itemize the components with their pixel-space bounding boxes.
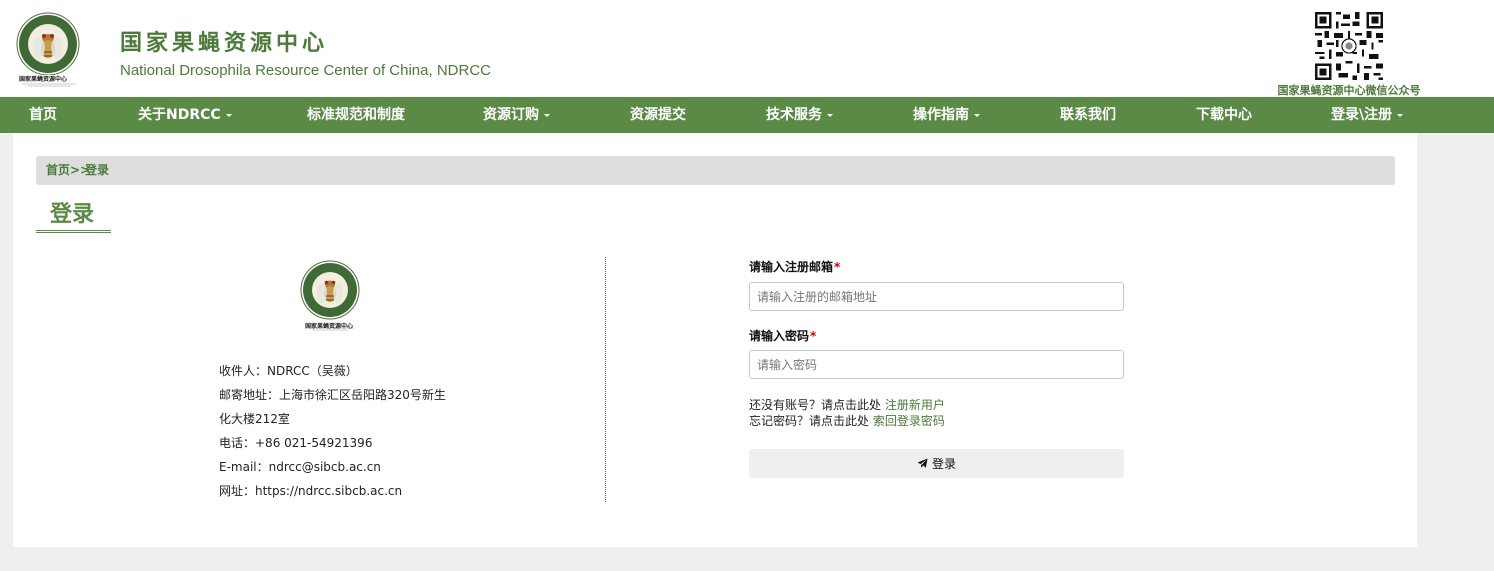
site-title-chinese: 国家果蝇资源中心 — [120, 31, 329, 56]
login-button[interactable]: 登录 — [749, 449, 1124, 478]
site-header: 国家果蝇资源中心 国家果蝇资源中心 National Drosophila Re… — [0, 0, 1494, 97]
nav-label: 关于NDRCC — [138, 107, 221, 123]
breadcrumb: 首页 >> 登录 — [36, 156, 1395, 185]
page-title: 登录 — [50, 202, 95, 227]
nav-label: 资源提交 — [630, 107, 686, 123]
wechat-qr-code-icon — [1315, 12, 1383, 80]
breadcrumb-home-link[interactable]: 首页 — [46, 156, 70, 185]
nav-item-standards[interactable]: 标准规范和制度 — [307, 97, 405, 133]
password-label-text: 请输入密码 — [749, 329, 810, 343]
nav-label: 下载中心 — [1196, 107, 1252, 123]
nav-label: 操作指南 — [913, 107, 969, 123]
nav-item-home[interactable]: 首页 — [29, 97, 57, 133]
nav-label: 联系我们 — [1060, 107, 1116, 123]
nav-item-contact[interactable]: 联系我们 — [1060, 97, 1116, 133]
nav-item-guide[interactable]: 操作指南 — [913, 97, 980, 133]
contact-recipient: 收件人：NDRCC（吴薇） — [219, 364, 358, 378]
register-hint-text: 还没有账号？请点击此处 — [749, 398, 882, 412]
qr-caption: 国家果蝇资源中心微信公众号 — [1277, 84, 1421, 97]
paper-plane-icon — [917, 458, 928, 468]
nav-label: 资源订购 — [483, 107, 539, 123]
register-hint: 还没有账号？请点击此处 注册新用户 — [749, 396, 945, 413]
email-label-text: 请输入注册邮箱 — [749, 260, 834, 274]
required-mark: * — [810, 329, 817, 343]
contact-address-line1: 邮寄地址：上海市徐汇区岳阳路320号新生 — [219, 388, 446, 402]
nav-item-services[interactable]: 技术服务 — [766, 97, 833, 133]
main-navigation: 首页 关于NDRCC 标准规范和制度 资源订购 资源提交 技术服务 操作指南 联… — [0, 97, 1494, 133]
main-content: 首页 >> 登录 登录 国家果蝇资源中心 收件人：NDRCC（吴薇） 邮寄地址：… — [13, 133, 1417, 547]
nav-item-order[interactable]: 资源订购 — [483, 97, 550, 133]
register-link[interactable]: 注册新用户 — [885, 398, 945, 412]
contact-phone: 电话：+86 021-54921396 — [219, 436, 373, 450]
breadcrumb-current: 登录 — [85, 163, 110, 177]
caret-down-icon — [225, 113, 232, 117]
login-button-label: 登录 — [931, 457, 956, 471]
logo-caption: 国家果蝇资源中心 — [19, 76, 68, 83]
caret-down-icon — [827, 113, 833, 117]
nav-label: 标准规范和制度 — [307, 107, 405, 123]
nav-item-downloads[interactable]: 下载中心 — [1196, 97, 1252, 133]
contact-address-line2: 化大楼212室 — [219, 412, 290, 426]
caret-down-icon — [974, 113, 980, 117]
password-field[interactable] — [749, 350, 1124, 379]
nav-item-submit[interactable]: 资源提交 — [630, 97, 686, 133]
column-divider — [605, 257, 606, 502]
email-field[interactable] — [749, 282, 1124, 311]
nav-item-about[interactable]: 关于NDRCC — [138, 97, 232, 133]
email-label: 请输入注册邮箱* — [749, 258, 840, 275]
contact-email: E-mail：ndrcc@sibcb.ac.cn — [219, 460, 381, 474]
contact-website: 网址：https://ndrcc.sibcb.ac.cn — [219, 484, 403, 498]
heading-underline — [36, 230, 111, 233]
caret-down-icon — [544, 113, 550, 117]
nav-label: 技术服务 — [766, 107, 822, 123]
password-label: 请输入密码* — [749, 327, 816, 344]
required-mark: * — [834, 260, 841, 274]
nav-item-login-register[interactable]: 登录\注册 — [1331, 97, 1404, 133]
nav-label: 登录\注册 — [1331, 107, 1393, 123]
logo-caption: 国家果蝇资源中心 — [305, 323, 354, 330]
nav-label: 首页 — [29, 107, 57, 123]
recover-password-link[interactable]: 索回登录密码 — [873, 414, 945, 428]
site-title-english: National Drosophila Resource Center of C… — [120, 62, 491, 79]
forgot-hint-text: 忘记密码？请点击此处 — [749, 414, 870, 428]
caret-down-icon — [1397, 113, 1404, 117]
forgot-password-hint: 忘记密码？请点击此处 索回登录密码 — [749, 412, 945, 429]
